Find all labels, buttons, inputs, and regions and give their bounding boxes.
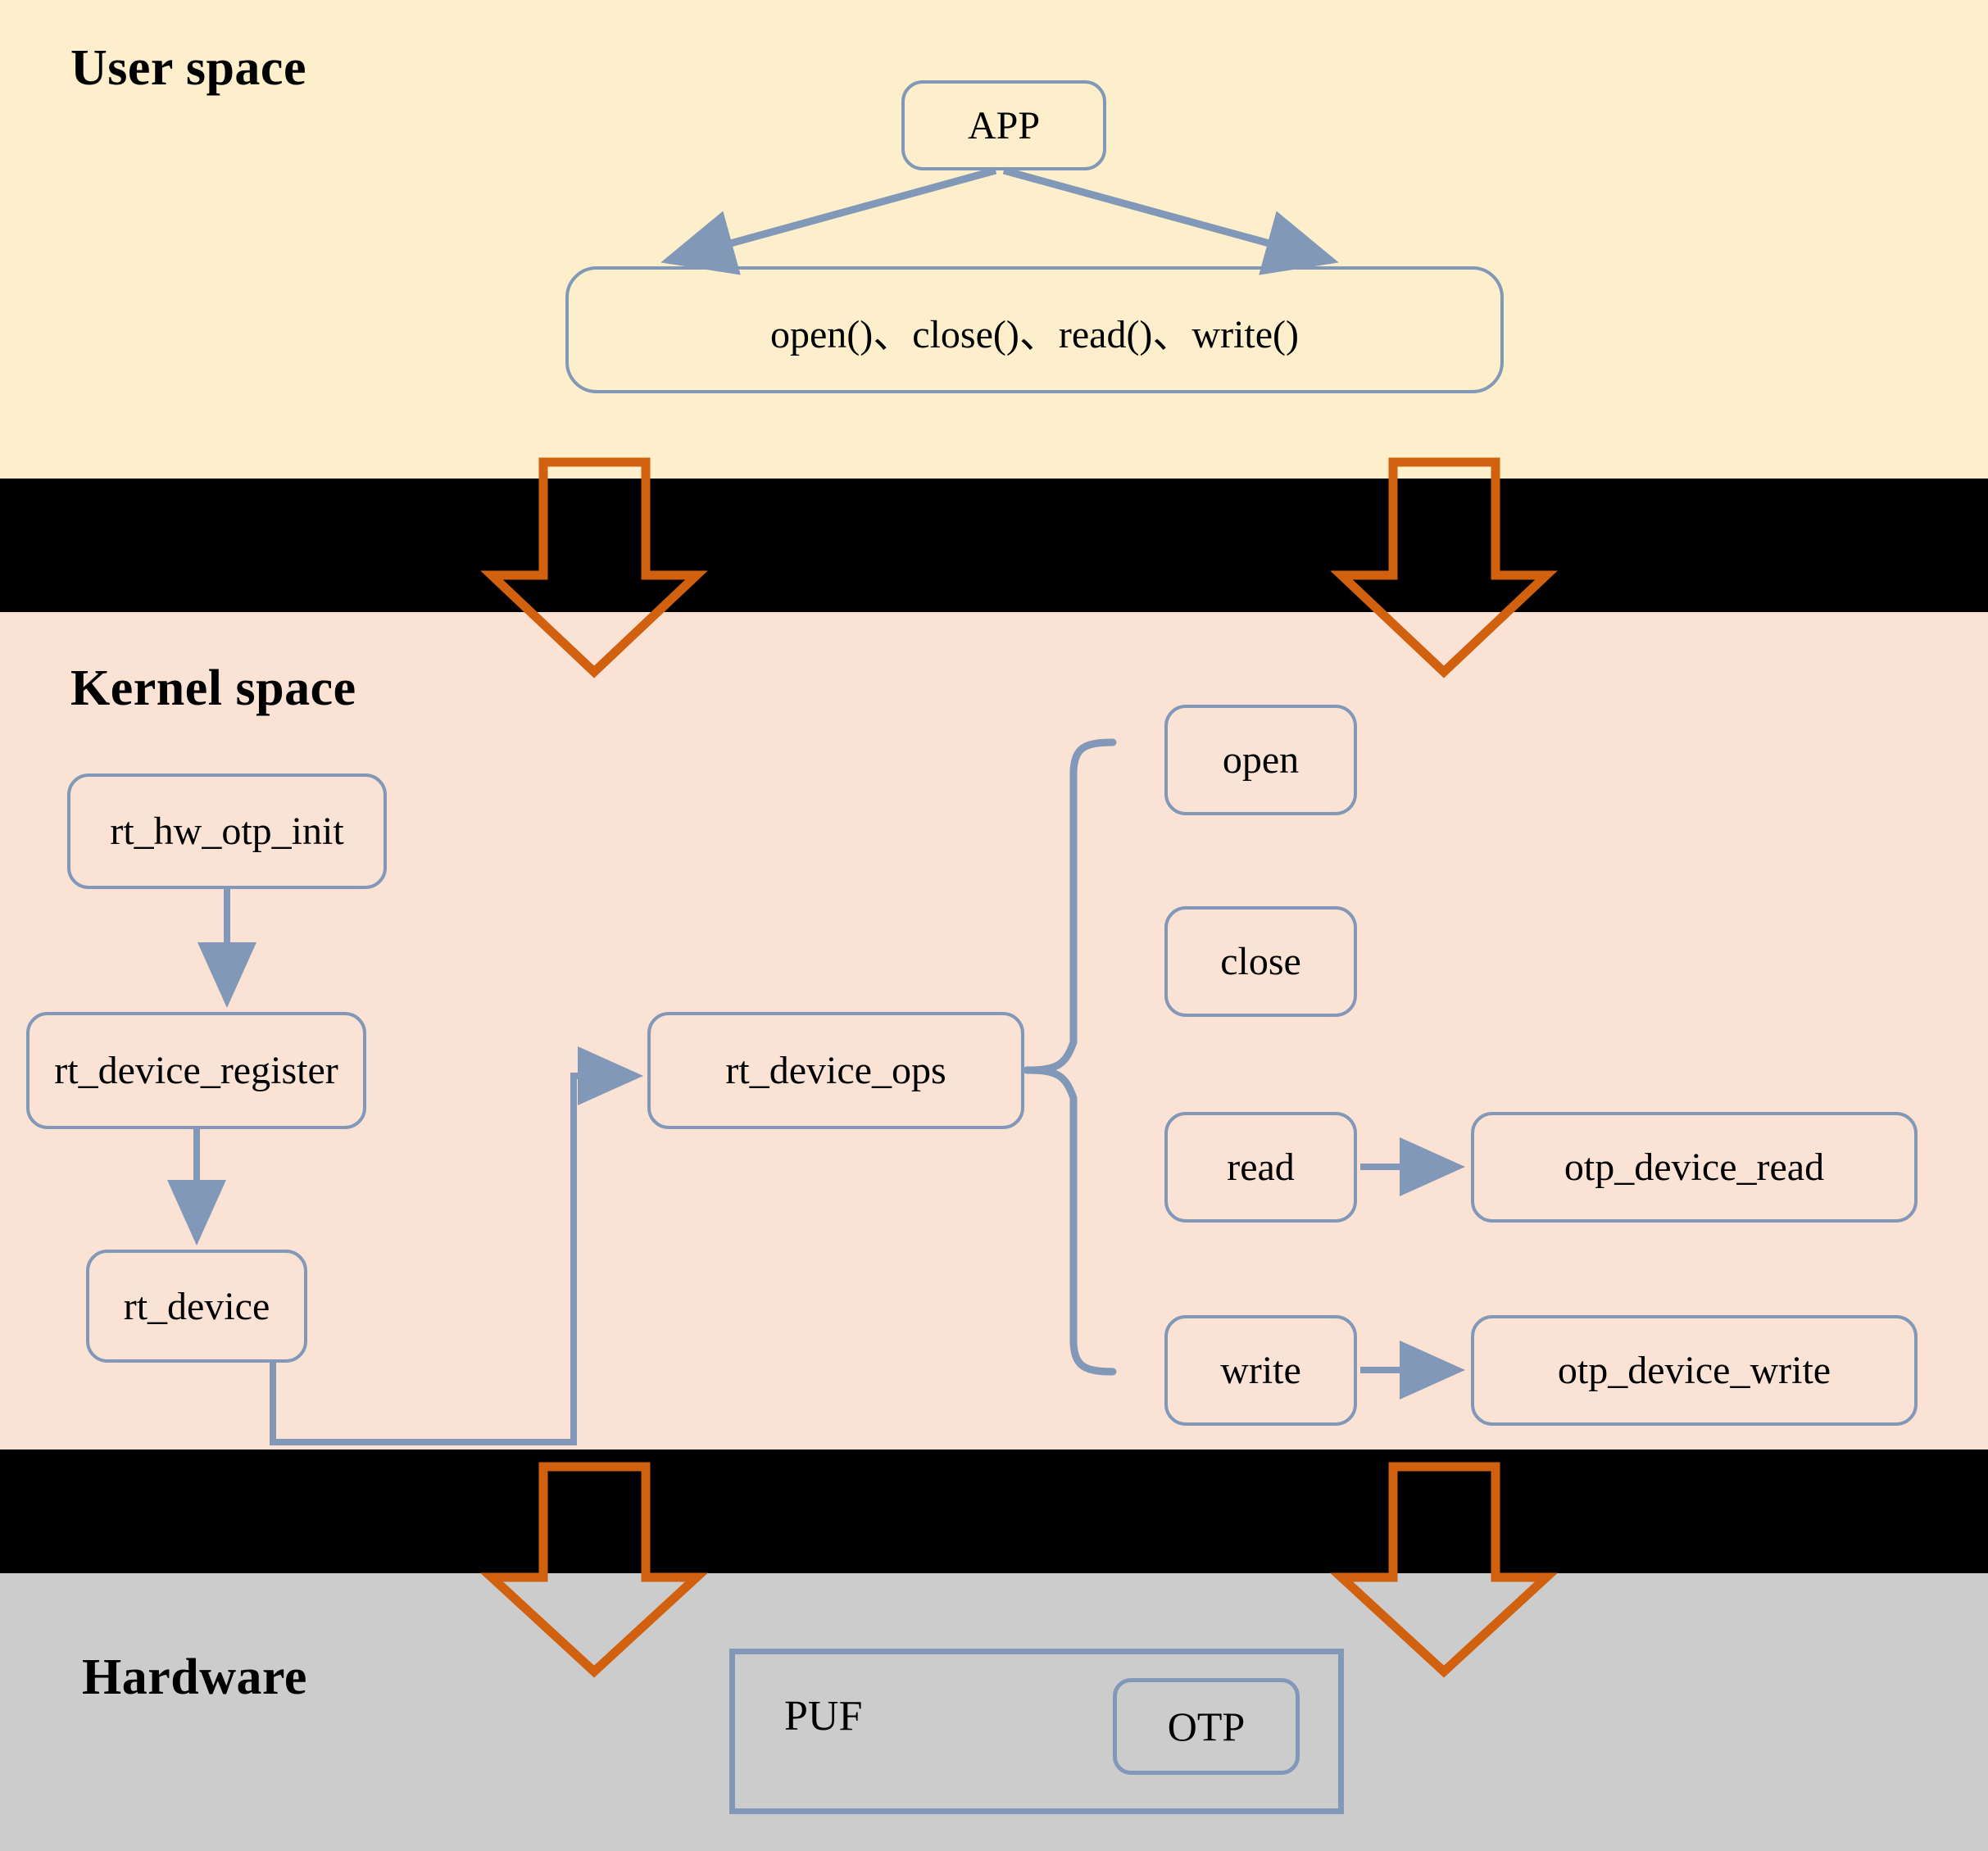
- node-otp-device-read-label: otp_device_read: [1564, 1146, 1825, 1189]
- node-read[interactable]: read: [1164, 1112, 1357, 1223]
- node-rt-device-label: rt_device: [123, 1284, 270, 1328]
- node-otp-label: OTP: [1167, 1704, 1246, 1749]
- user-space-heading: User space: [70, 40, 306, 96]
- node-rt-device[interactable]: rt_device: [86, 1250, 307, 1363]
- node-rt-hw-otp-init[interactable]: rt_hw_otp_init: [67, 774, 387, 889]
- node-syscalls-label: open()、close()、read()、write(): [769, 312, 1300, 356]
- node-rt-device-register[interactable]: rt_device_register: [26, 1012, 366, 1129]
- node-app-label: APP: [967, 103, 1041, 147]
- node-puf-label: PUF: [784, 1693, 863, 1740]
- node-app[interactable]: APP: [901, 80, 1106, 170]
- node-write[interactable]: write: [1164, 1315, 1357, 1426]
- node-rt-device-ops-label: rt_device_ops: [725, 1049, 946, 1092]
- node-write-label: write: [1220, 1349, 1301, 1392]
- node-rt-device-ops[interactable]: rt_device_ops: [647, 1012, 1024, 1129]
- node-otp-device-write[interactable]: otp_device_write: [1471, 1315, 1918, 1426]
- node-rt-device-register-label: rt_device_register: [54, 1049, 338, 1092]
- divider-band-lower: [0, 1449, 1988, 1573]
- diagram-canvas: User space Kernel space Hardware APP ope…: [0, 0, 1988, 1851]
- hardware-heading: Hardware: [82, 1649, 307, 1705]
- node-close[interactable]: close: [1164, 906, 1357, 1017]
- node-read-label: read: [1227, 1146, 1295, 1189]
- node-otp[interactable]: OTP: [1113, 1678, 1300, 1775]
- node-otp-device-read[interactable]: otp_device_read: [1471, 1112, 1918, 1223]
- node-open-label: open: [1222, 738, 1300, 782]
- node-close-label: close: [1220, 940, 1301, 983]
- node-open[interactable]: open: [1164, 705, 1357, 815]
- divider-band-upper: [0, 479, 1988, 612]
- node-syscalls[interactable]: open()、close()、read()、write(): [565, 266, 1504, 393]
- node-rt-hw-otp-init-label: rt_hw_otp_init: [110, 810, 344, 853]
- kernel-space-heading: Kernel space: [70, 660, 356, 716]
- node-otp-device-write-label: otp_device_write: [1557, 1349, 1831, 1392]
